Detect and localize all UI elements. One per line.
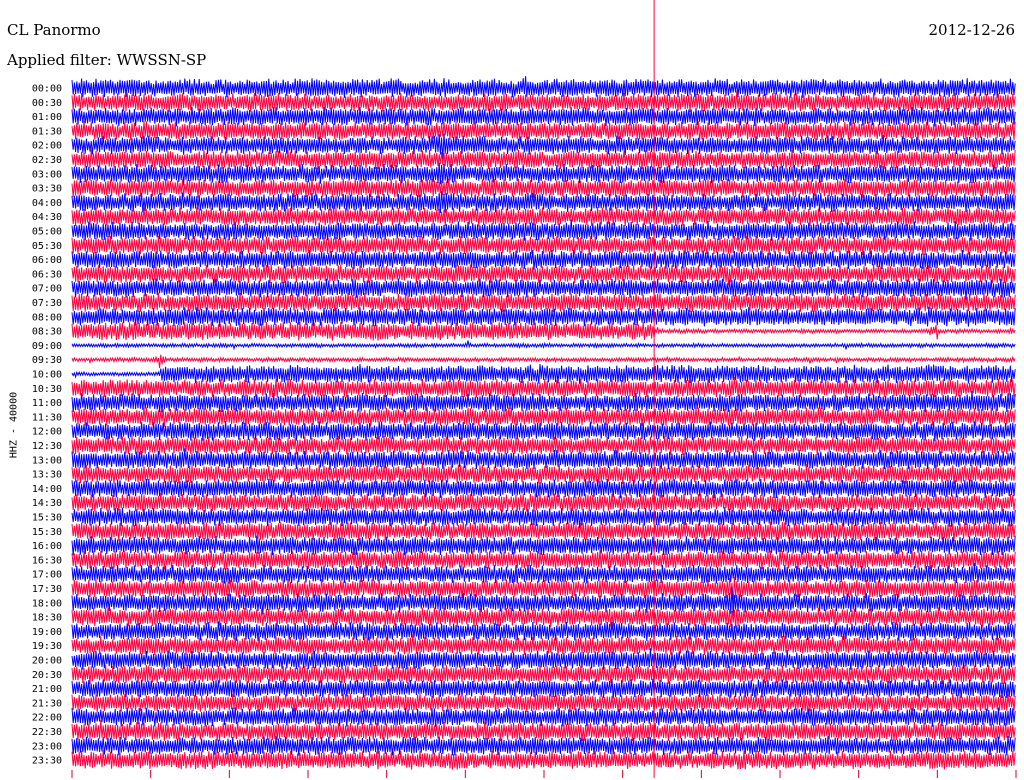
row-tick-label: 10:00 <box>32 370 62 381</box>
trace-2230 <box>71 719 1016 742</box>
row-tick-label: 02:00 <box>32 141 62 152</box>
trace-0730 <box>71 292 1016 313</box>
trace-1430 <box>71 492 1016 513</box>
row-tick-label: 12:00 <box>32 427 62 438</box>
row-tick-label: 06:00 <box>32 255 62 266</box>
row-tick-label: 11:30 <box>32 412 62 423</box>
row-tick-label: 19:00 <box>32 627 62 638</box>
trace-1130 <box>71 407 1016 427</box>
row-tick-label: 12:30 <box>32 441 62 452</box>
row-tick-label: 17:00 <box>32 570 62 581</box>
row-tick-label: 18:00 <box>32 598 62 609</box>
trace-0930 <box>71 354 1016 368</box>
row-tick-label: 20:00 <box>32 656 62 667</box>
row-tick-label: 07:30 <box>32 298 62 309</box>
row-tick-label: 23:30 <box>32 756 62 767</box>
row-tick-label: 06:30 <box>32 269 62 280</box>
row-tick-label: 08:00 <box>32 312 62 323</box>
trace-1930 <box>71 634 1016 656</box>
trace-1600 <box>71 535 1016 556</box>
row-tick-label: 04:30 <box>32 212 62 223</box>
row-tick-label: 07:00 <box>32 284 62 295</box>
row-tick-label: 05:30 <box>32 241 62 252</box>
row-tick-label: 08:30 <box>32 327 62 338</box>
seismogram-plot: 00:00 00:30 01:00 01:30 02:00 02:30 03:00 03:30… <box>32 0 1017 778</box>
row-tick-label: 19:30 <box>32 641 62 652</box>
row-tick-label: 16:00 <box>32 541 62 552</box>
row-tick-label: 01:00 <box>32 112 62 123</box>
row-tick-label: 18:30 <box>32 613 62 624</box>
row-tick-label: 09:00 <box>32 341 62 352</box>
trace-0230 <box>71 149 1016 170</box>
y-axis-label: HHZ - 40000 <box>8 391 20 459</box>
row-tick-label: 13:00 <box>32 455 62 466</box>
row-tick-label: 17:30 <box>32 584 62 595</box>
row-tick-label: 22:00 <box>32 713 62 724</box>
row-tick-label: 15:30 <box>32 527 62 538</box>
row-tick-label: 04:00 <box>32 198 62 209</box>
row-tick-label: 10:30 <box>32 384 62 395</box>
row-tick-label: 00:00 <box>32 84 62 95</box>
row-tick-label: 00:30 <box>32 98 62 109</box>
row-tick-label: 05:00 <box>32 227 62 238</box>
row-tick-label: 21:00 <box>32 684 62 695</box>
trace-0900 <box>71 340 1016 351</box>
trace-0830 <box>71 321 1016 341</box>
row-tick-label: 21:30 <box>32 698 62 709</box>
trace-0130 <box>71 121 1016 141</box>
row-tick-label: 13:30 <box>32 470 62 481</box>
trace-1230 <box>71 435 1016 456</box>
row-tick-label: 20:30 <box>32 670 62 681</box>
row-tick-label: 09:30 <box>32 355 62 366</box>
row-tick-label: 14:30 <box>32 498 62 509</box>
row-tick-label: 14:00 <box>32 484 62 495</box>
row-tick-label: 03:00 <box>32 169 62 180</box>
row-tick-label: 15:30 <box>32 513 62 524</box>
row-tick-label: 16:30 <box>32 555 62 566</box>
trace-0800 <box>71 306 1016 327</box>
row-tick-label: 23:00 <box>32 741 62 752</box>
row-tick-label: 03:30 <box>32 184 62 195</box>
row-tick-label: 01:30 <box>32 126 62 137</box>
row-tick-label: 22:30 <box>32 727 62 738</box>
row-tick-label: 11:00 <box>32 398 62 409</box>
row-tick-label: 02:30 <box>32 155 62 166</box>
